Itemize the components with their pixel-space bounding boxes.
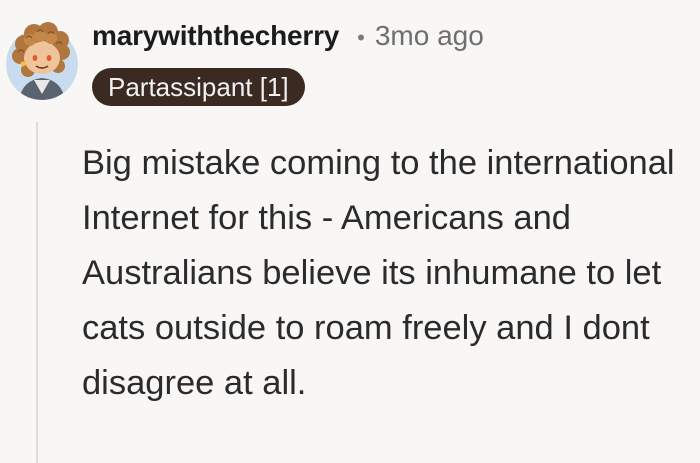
comment-header: marywiththecherry • 3mo ago — [92, 20, 484, 52]
username-link[interactable]: marywiththecherry — [92, 20, 339, 52]
snoo-avatar-icon — [6, 22, 78, 100]
user-flair-badge: Partassipant [1] — [92, 68, 305, 106]
separator-dot: • — [357, 25, 365, 50]
comment-body: Big mistake coming to the international … — [82, 144, 675, 402]
user-avatar[interactable] — [4, 14, 80, 102]
comment: marywiththecherry • 3mo ago Partassipant… — [0, 0, 700, 463]
thread-line[interactable] — [36, 122, 38, 463]
timestamp[interactable]: 3mo ago — [375, 20, 484, 52]
